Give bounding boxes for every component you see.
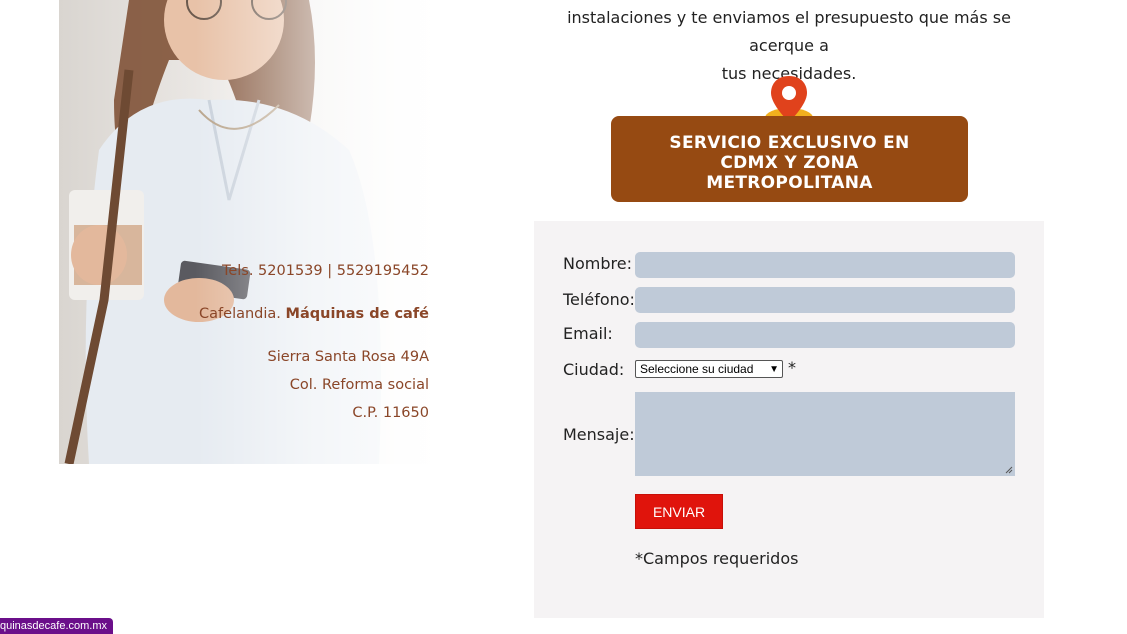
address-neighborhood: Col. Reforma social: [289, 377, 429, 393]
chevron-down-icon: ▼: [769, 364, 779, 375]
phone-numbers: Tels. 5201539 | 5529195452: [221, 263, 429, 279]
phone-input[interactable]: [635, 287, 1015, 313]
banner-line-1: SERVICIO EXCLUSIVO EN: [669, 133, 910, 153]
send-button[interactable]: ENVIAR: [635, 494, 723, 529]
address-street: Sierra Santa Rosa 49A: [267, 349, 430, 365]
required-mark: *: [788, 358, 796, 377]
contact-form: Nombre: Teléfono: Email: Ciudad: Selecci…: [534, 221, 1044, 618]
resize-handle-icon[interactable]: [1005, 466, 1013, 474]
name-input[interactable]: [635, 252, 1015, 278]
required-fields-note: *Campos requeridos: [635, 549, 799, 568]
hero-photo: Tels. 5201539 | 5529195452 Cafelandia. M…: [59, 0, 449, 464]
brand-tagline: Máquinas de café: [285, 306, 429, 322]
email-label: Email:: [563, 324, 613, 343]
message-textarea[interactable]: [635, 392, 1015, 476]
name-label: Nombre:: [563, 254, 632, 273]
banner-line-2: CDMX Y ZONA: [720, 153, 859, 173]
intro-line-1: instalaciones y te enviamos el presupues…: [567, 8, 1011, 55]
message-label: Mensaje:: [563, 425, 635, 444]
city-select[interactable]: Seleccione su ciudad ▼: [635, 360, 783, 378]
status-bar-url: quinasdecafe.com.mx: [0, 618, 113, 634]
phone-label: Teléfono:: [563, 290, 635, 309]
address-zip: C.P. 11650: [352, 405, 429, 421]
photo-fade-overlay: [59, 0, 449, 464]
service-area-banner: SERVICIO EXCLUSIVO EN CDMX Y ZONA METROP…: [611, 116, 968, 202]
city-label: Ciudad:: [563, 360, 625, 379]
city-select-value: Seleccione su ciudad: [640, 362, 754, 376]
brand-line: Cafelandia. Máquinas de café: [199, 306, 429, 322]
brand-name: Cafelandia.: [199, 306, 286, 322]
email-input[interactable]: [635, 322, 1015, 348]
banner-line-3: METROPOLITANA: [706, 173, 873, 193]
